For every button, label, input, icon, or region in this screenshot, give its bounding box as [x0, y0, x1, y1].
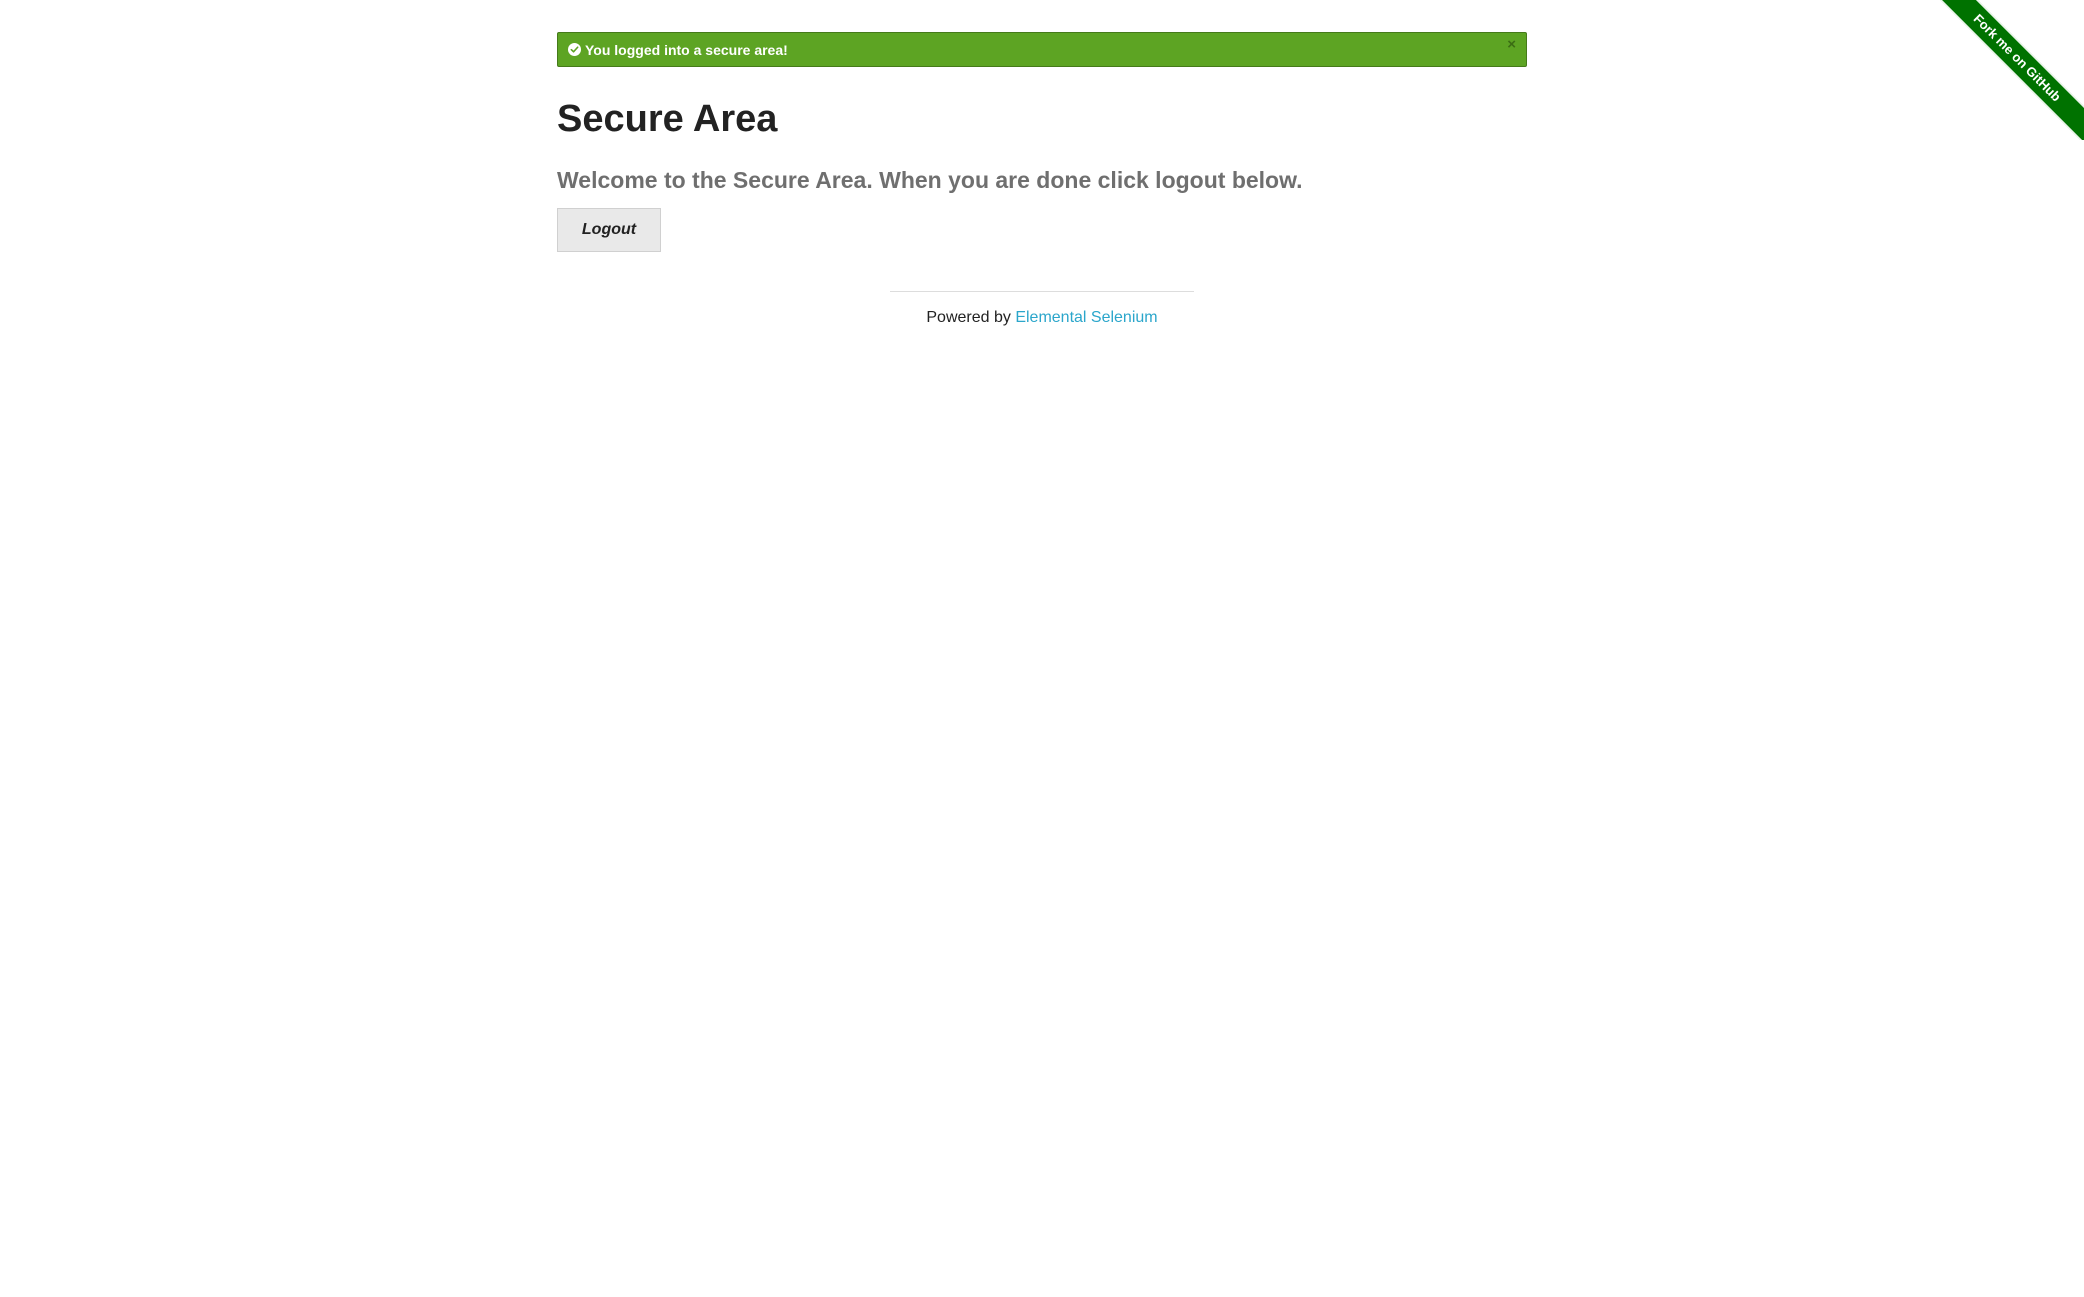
footer: Powered by Elemental Selenium	[890, 291, 1194, 327]
elemental-selenium-link[interactable]: Elemental Selenium	[1015, 309, 1157, 326]
github-ribbon-wrap: Fork me on GitHub	[1914, 0, 2084, 140]
footer-prefix: Powered by	[926, 309, 1016, 326]
page: You logged into a secure area! × Secure …	[0, 0, 2084, 1297]
fork-me-on-github-ribbon[interactable]: Fork me on GitHub	[1926, 0, 2084, 140]
logout-button[interactable]: Logout	[557, 207, 661, 252]
page-title: Secure Area	[557, 98, 778, 140]
flash-message: You logged into a secure area!	[585, 41, 788, 58]
check-circle-icon	[568, 43, 581, 56]
close-icon[interactable]: ×	[1507, 36, 1516, 53]
content-container: You logged into a secure area! × Secure …	[557, 32, 1527, 252]
subheader: Welcome to the Secure Area. When you are…	[557, 166, 1303, 193]
flash-success: You logged into a secure area! ×	[557, 32, 1527, 67]
